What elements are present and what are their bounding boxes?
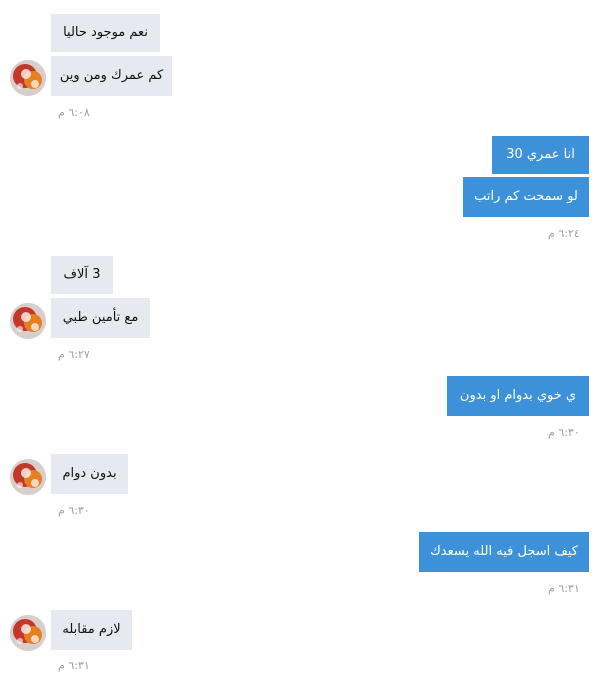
outgoing-message-bubble[interactable]: كيف اسجل فيه الله يسعدك xyxy=(419,532,589,572)
message-timestamp: ٦:٠٨ م xyxy=(58,106,90,119)
outgoing-message-bubble[interactable]: لو سمحت كم راتب xyxy=(463,177,589,217)
incoming-message-bubble[interactable]: بدون دوام xyxy=(51,454,128,494)
incoming-message-bubble[interactable]: 3 آلاف xyxy=(51,256,113,294)
message-timestamp: ٦:٣١ م xyxy=(548,582,580,595)
message-timestamp: ٦:٢٧ م xyxy=(58,348,90,361)
contact-avatar-icon[interactable] xyxy=(10,60,46,96)
outgoing-message-bubble[interactable]: ي خوي بدوام او بدون xyxy=(447,376,589,416)
incoming-message-bubble[interactable]: نعم موجود حاليا xyxy=(51,14,160,52)
contact-avatar-icon[interactable] xyxy=(10,303,46,339)
incoming-message-bubble[interactable]: مع تأمين طبي xyxy=(51,298,150,338)
message-timestamp: ٦:٣١ م xyxy=(58,659,90,672)
contact-avatar-icon[interactable] xyxy=(10,459,46,495)
message-timestamp: ٦:٢٤ م xyxy=(548,227,580,240)
contact-avatar-icon[interactable] xyxy=(10,615,46,651)
message-timestamp: ٦:٣٠ م xyxy=(58,504,90,517)
outgoing-message-bubble[interactable]: انا عمري 30 xyxy=(492,136,589,174)
incoming-message-bubble[interactable]: لازم مقابله xyxy=(51,610,132,650)
message-timestamp: ٦:٣٠ م xyxy=(548,426,580,439)
incoming-message-bubble[interactable]: كم عمرك ومن وين xyxy=(51,56,172,96)
